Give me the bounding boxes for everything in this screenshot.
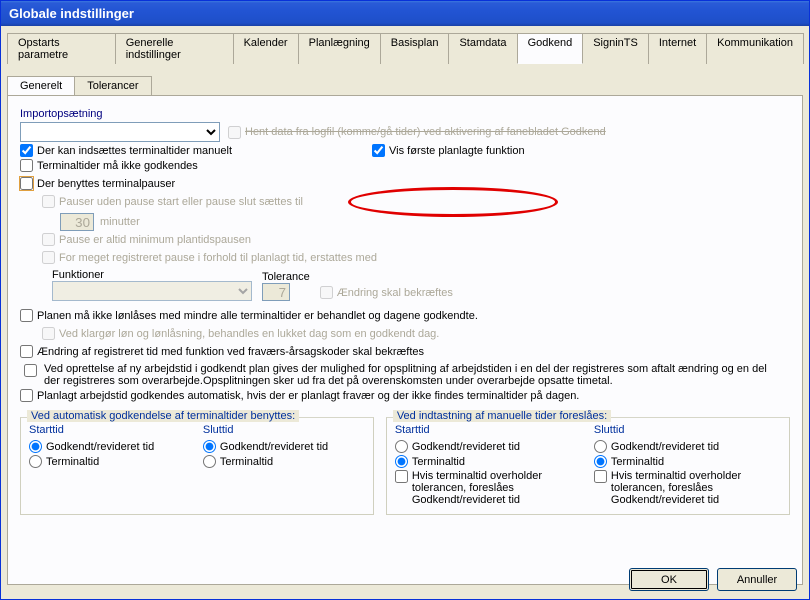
subtab-tolerancer[interactable]: Tolerancer xyxy=(74,76,151,95)
chk-formeget-box xyxy=(42,251,55,264)
tab-planlaegning[interactable]: Planlægning xyxy=(298,33,381,64)
tab-panel: Generelt Tolerancer Importopsætning Hent… xyxy=(7,64,803,585)
chk-pauser-uden-label: Pauser uden pause start eller pause slut… xyxy=(59,196,303,208)
chk-vedklargor-box xyxy=(42,327,55,340)
chk-aendring-fravaer[interactable]: Ændring af registreret tid med funktion … xyxy=(20,345,424,358)
chk-logfil-label: Hent data fra logfil (komme/gå tider) ve… xyxy=(245,126,606,138)
tab-stamdata[interactable]: Stamdata xyxy=(448,33,517,64)
chk-pause-altid: Pause er altid minimum plantidspausen xyxy=(42,233,251,246)
manual-slut-godk[interactable]: Godkendt/revideret tid xyxy=(594,440,781,453)
chk-manuelt[interactable]: Der kan indsættes terminaltider manuelt xyxy=(20,144,232,157)
panel-content: Importopsætning Hent data fra logfil (ko… xyxy=(20,108,790,515)
tab-kalender[interactable]: Kalender xyxy=(233,33,299,64)
ok-button[interactable]: OK xyxy=(629,568,709,591)
main-tabs: Opstarts parametre Generelle indstilling… xyxy=(7,32,803,64)
chk-vedklargor-label: Ved klargør løn og lønlåsning, behandles… xyxy=(59,328,439,340)
tolerance-label: Tolerance xyxy=(262,271,310,283)
chk-formeget-label: For meget registreret pause i forhold ti… xyxy=(59,252,377,264)
chk-planlagt-label: Planlagt arbejdstid godkendes automatisk… xyxy=(37,390,579,402)
chk-pauser-uden-box xyxy=(42,195,55,208)
auto-starttid-head: Starttid xyxy=(29,424,191,436)
subtab-generelt[interactable]: Generelt xyxy=(7,76,75,95)
chk-logfil: Hent data fra logfil (komme/gå tider) ve… xyxy=(228,126,606,139)
chk-ikkegodk-box[interactable] xyxy=(20,159,33,172)
fieldset-manual: Ved indtastning af manuelle tider foresl… xyxy=(386,417,790,515)
tolerance-input xyxy=(262,283,290,301)
tab-godkend[interactable]: Godkend xyxy=(517,33,584,64)
chk-manuelt-label: Der kan indsættes terminaltider manuelt xyxy=(37,145,232,157)
window: Globale indstillinger Opstarts parametre… xyxy=(0,0,810,600)
auto-sluttid-head: Sluttid xyxy=(203,424,365,436)
fieldset-auto: Ved automatisk godkendelse af terminalti… xyxy=(20,417,374,515)
manual-legend: Ved indtastning af manuelle tider foresl… xyxy=(393,410,611,422)
chk-visforste[interactable]: Vis første planlagte funktion xyxy=(372,144,525,157)
chk-pause-altid-box xyxy=(42,233,55,246)
auto-start-term[interactable]: Terminaltid xyxy=(29,455,191,468)
chk-planen-label: Planen må ikke lønlåses med mindre alle … xyxy=(37,310,478,322)
manual-sluttid-head: Sluttid xyxy=(594,424,781,436)
sub-tabs: Generelt Tolerancer xyxy=(7,76,803,95)
funktioner-combo xyxy=(52,281,252,301)
manual-starttid-head: Starttid xyxy=(395,424,582,436)
chk-planlagt[interactable]: Planlagt arbejdstid godkendes automatisk… xyxy=(20,389,579,402)
button-row: OK Annuller xyxy=(629,568,797,591)
chk-termpauser-box[interactable] xyxy=(20,177,33,190)
auto-legend: Ved automatisk godkendelse af terminalti… xyxy=(27,410,299,422)
cancel-button[interactable]: Annuller xyxy=(717,568,797,591)
manual-slut-hvis[interactable]: Hvis terminaltid overholder tolerancen, … xyxy=(594,470,761,506)
chk-aendring-fravaer-box[interactable] xyxy=(20,345,33,358)
chk-aendring-bekraeft: Ændring skal bekræftes xyxy=(320,286,453,299)
tab-opstarts[interactable]: Opstarts parametre xyxy=(7,33,116,64)
import-heading: Importopsætning xyxy=(20,108,790,120)
manual-start-term[interactable]: Terminaltid xyxy=(395,455,582,468)
chk-planlagt-box[interactable] xyxy=(20,389,33,402)
chk-aendring-fravaer-label: Ændring af registreret tid med funktion … xyxy=(37,346,424,358)
tab-signints[interactable]: SigninTS xyxy=(582,33,649,64)
import-combo[interactable] xyxy=(20,122,220,142)
auto-slut-term[interactable]: Terminaltid xyxy=(203,455,365,468)
chk-visforste-box[interactable] xyxy=(372,144,385,157)
auto-start-godk[interactable]: Godkendt/revideret tid xyxy=(29,440,191,453)
client-area: Opstarts parametre Generelle indstilling… xyxy=(1,26,809,599)
chk-formeget: For meget registreret pause i forhold ti… xyxy=(42,251,377,264)
tab-generelle[interactable]: Generelle indstillinger xyxy=(115,33,234,64)
chk-vedklargor: Ved klargør løn og lønlåsning, behandles… xyxy=(42,327,439,340)
chk-pauser-uden: Pauser uden pause start eller pause slut… xyxy=(42,195,303,208)
pauser-min-label: minutter xyxy=(100,216,140,228)
manual-slut-term[interactable]: Terminaltid xyxy=(594,455,781,468)
funktioner-label: Funktioner xyxy=(52,269,252,281)
chk-termpauser[interactable]: Der benyttes terminalpauser xyxy=(20,177,175,190)
chk-logfil-box xyxy=(228,126,241,139)
window-title: Globale indstillinger xyxy=(9,6,134,21)
chk-planen-box[interactable] xyxy=(20,309,33,322)
auto-slut-godk[interactable]: Godkendt/revideret tid xyxy=(203,440,365,453)
tab-kommunikation[interactable]: Kommunikation xyxy=(706,33,804,64)
chk-ikkegodk[interactable]: Terminaltider må ikke godkendes xyxy=(20,159,198,172)
tab-basisplan[interactable]: Basisplan xyxy=(380,33,450,64)
chk-pause-altid-label: Pause er altid minimum plantidspausen xyxy=(59,234,251,246)
manual-start-hvis[interactable]: Hvis terminaltid overholder tolerancen, … xyxy=(395,470,562,506)
chk-manuelt-box[interactable] xyxy=(20,144,33,157)
pauser-min-input xyxy=(60,213,94,231)
manual-start-godk[interactable]: Godkendt/revideret tid xyxy=(395,440,582,453)
chk-aendring-bekraeft-label: Ændring skal bekræftes xyxy=(337,287,453,299)
chk-visforste-label: Vis første planlagte funktion xyxy=(389,145,525,157)
titlebar: Globale indstillinger xyxy=(1,1,809,26)
chk-aendring-bekraeft-box xyxy=(320,286,333,299)
chk-ikkegodk-label: Terminaltider må ikke godkendes xyxy=(37,160,198,172)
content-panel: Importopsætning Hent data fra logfil (ko… xyxy=(7,95,803,585)
tab-internet[interactable]: Internet xyxy=(648,33,707,64)
chk-vedoprettelse-label: Ved oprettelse af ny arbejdstid i godken… xyxy=(44,363,784,387)
chk-termpauser-label: Der benyttes terminalpauser xyxy=(37,178,175,190)
chk-planen[interactable]: Planen må ikke lønlåses med mindre alle … xyxy=(20,309,478,322)
chk-vedoprettelse-box[interactable] xyxy=(24,364,37,377)
